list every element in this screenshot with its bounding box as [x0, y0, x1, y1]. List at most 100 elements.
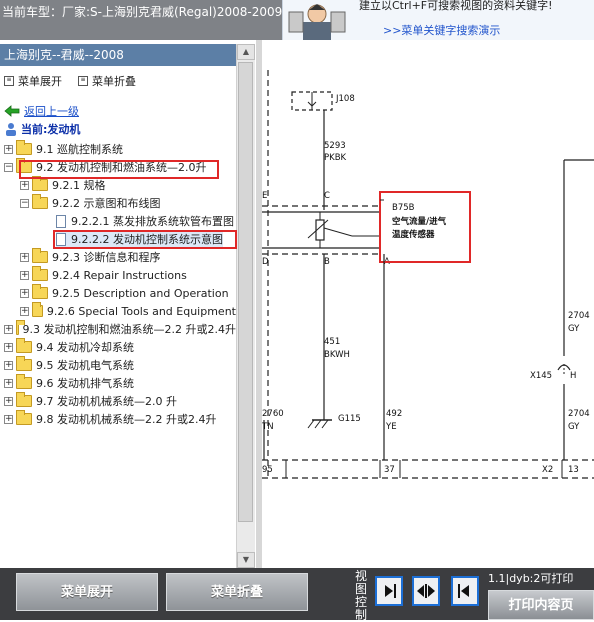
folder-icon [16, 410, 32, 425]
folder-icon [32, 266, 48, 281]
navigation-panel: 上海别克--君威--2008 ≡ 菜单展开 ≡ 菜单折叠 ▲ ▼ 返回上一级 当… [0, 40, 257, 570]
connector-x2-label: X2 [542, 465, 553, 475]
view-left-button[interactable] [451, 576, 479, 606]
tree-item-9-2-2[interactable]: − 9.2.2 示意图和布线图 [20, 194, 161, 212]
menu-expand-link[interactable]: ≡ 菜单展开 [4, 73, 62, 89]
search-demo-link[interactable]: >>菜单关键字搜索演示 [383, 22, 500, 38]
expand-toggle-icon[interactable]: + [4, 414, 13, 424]
expand-toggle-icon[interactable]: + [4, 360, 13, 370]
connector-j108-label: J108 [335, 94, 355, 104]
arrow-left-icon [458, 584, 469, 598]
wire-ye-label: YE [385, 422, 397, 432]
tree-item-9-2-4[interactable]: + 9.2.4 Repair Instructions [20, 266, 187, 284]
scroll-thumb[interactable] [238, 62, 253, 522]
folder-icon [32, 176, 48, 191]
title-bar: 当前车型：厂家:S-上海别克君威(Regal)2008-2009 建立以Ctrl… [0, 0, 594, 40]
view-right-button[interactable] [375, 576, 403, 606]
expand-toggle-icon[interactable]: + [20, 252, 29, 262]
folder-icon [16, 392, 32, 407]
expand-menu-button[interactable]: 菜单展开 [16, 573, 158, 611]
document-icon [56, 214, 66, 228]
view-both-button[interactable] [412, 576, 440, 606]
pin-h-label: H [570, 371, 576, 381]
scroll-up-icon[interactable]: ▲ [237, 44, 255, 60]
tree-item-label: 9.3 发动机控制和燃油系统—2.2 升或2.4升 [22, 323, 236, 336]
print-status: 1.1|dyb:2可打印 [488, 572, 574, 585]
tree-item-9-7[interactable]: + 9.7 发动机机械系统—2.0 升 [4, 392, 177, 410]
search-tip-text: 建立以Ctrl+F可搜索视图的资料关键字! [359, 0, 553, 12]
expand-toggle-icon[interactable]: + [4, 324, 13, 334]
tree-item-9-2-3[interactable]: + 9.2.3 诊断信息和程序 [20, 248, 161, 266]
folder-open-icon [32, 194, 48, 209]
pin-b-label: B [324, 257, 330, 267]
expand-toggle-icon[interactable]: + [20, 306, 29, 316]
tree-item-9-4[interactable]: + 9.4 发动机冷却系统 [4, 338, 134, 356]
tree-item-label: 9.7 发动机机械系统—2.0 升 [36, 395, 177, 408]
connector-x145-label: X145 [530, 371, 552, 381]
tree-item-9-1[interactable]: + 9.1 巡航控制系统 [4, 140, 123, 158]
tree-item-label: 9.2.3 诊断信息和程序 [52, 251, 161, 264]
current-location-label: 当前:发动机 [21, 123, 81, 136]
sensor-name-line1: 空气流量/进气 [392, 216, 447, 227]
back-link[interactable]: 返回上一级 [4, 102, 79, 120]
folder-icon [32, 248, 48, 263]
tree-item-9-6[interactable]: + 9.6 发动机排气系统 [4, 374, 134, 392]
tree-item-9-8[interactable]: + 9.8 发动机机械系统—2.2 升或2.4升 [4, 410, 236, 428]
tree-item-9-3[interactable]: + 9.3 发动机控制和燃油系统—2.2 升或2.4升 [4, 320, 236, 338]
wire-492-label: 492 [386, 409, 402, 419]
tree-item-label: 9.8 发动机机械系统—2.2 升或2.4升 [36, 413, 217, 426]
back-arrow-icon [4, 105, 20, 117]
tree-item-9-2-5[interactable]: + 9.2.5 Description and Operation [20, 284, 236, 302]
search-tip-banner: 建立以Ctrl+F可搜索视图的资料关键字! >>菜单关键字搜索演示 [282, 0, 594, 40]
expand-toggle-icon[interactable]: + [20, 180, 29, 190]
wire-2760-label: 2760 [262, 409, 284, 419]
view-control-label: 视图控制 [355, 569, 368, 622]
wire-tn-label: TN [262, 422, 274, 432]
scroll-down-icon[interactable]: ▼ [237, 552, 255, 568]
collapse-icon: ≡ [78, 76, 88, 86]
user-icon [6, 123, 16, 136]
tree-item-label: 9.1 巡航控制系统 [36, 143, 123, 156]
pin-13-label: 13 [568, 465, 579, 475]
collapse-menu-button[interactable]: 菜单折叠 [166, 573, 308, 611]
expand-toggle-icon[interactable]: + [20, 288, 29, 298]
arrow-right-icon [385, 584, 396, 598]
wire-gy-bottom-label: GY [568, 422, 580, 432]
tree-item-label: 9.2.6 Special Tools and Equipment [46, 304, 236, 318]
expand-toggle-icon[interactable]: + [4, 342, 13, 352]
highlight-box-9-2 [19, 160, 219, 179]
expand-toggle-icon[interactable]: + [4, 144, 13, 154]
folder-icon [16, 320, 24, 335]
tree-item-label: 9.2.2 示意图和布线图 [52, 197, 161, 210]
folder-icon [32, 302, 43, 317]
menu-collapse-link[interactable]: ≡ 菜单折叠 [78, 73, 136, 89]
collapse-toggle-icon[interactable]: − [20, 198, 29, 208]
wire-2704-bottom-label: 2704 [568, 409, 590, 419]
mascot-icon [288, 4, 346, 40]
pin-95-label: 95 [262, 465, 273, 475]
tree-item-label: 9.4 发动机冷却系统 [36, 341, 134, 354]
menu-collapse-label: 菜单折叠 [92, 75, 136, 88]
expand-toggle-icon[interactable]: + [4, 396, 13, 406]
vertical-scrollbar[interactable]: ▲ ▼ [236, 44, 255, 568]
wiring-diagram: J108 5293 PKBK C E D B A B75B 空气流量/进气 温度… [261, 40, 594, 568]
print-page-button[interactable]: 打印内容页 [488, 590, 594, 620]
tree-item-label: 9.2.2.1 蒸发排放系统软管布置图 [71, 215, 234, 228]
bottom-toolbar: 菜单展开 菜单折叠 视图控制 1.1|dyb:2可打印 打印内容页 [0, 568, 594, 622]
tree-item-9-2-2-1[interactable]: 9.2.2.1 蒸发排放系统软管布置图 [56, 212, 234, 230]
collapse-toggle-icon[interactable]: − [4, 162, 13, 172]
wire-2704-top-label: 2704 [568, 311, 590, 321]
tree-item-9-5[interactable]: + 9.5 发动机电气系统 [4, 356, 134, 374]
tree-item-9-2-6[interactable]: + 9.2.6 Special Tools and Equipment [20, 302, 236, 320]
wire-5293-label: 5293 [324, 141, 346, 151]
tree-item-label: 9.2.4 Repair Instructions [52, 268, 187, 282]
wire-451-label: 451 [324, 337, 340, 347]
wire-gy-top-label: GY [568, 324, 580, 334]
sensor-name-line2: 温度传感器 [392, 229, 435, 240]
tree-item-label: 9.5 发动机电气系统 [36, 359, 134, 372]
expand-toggle-icon[interactable]: + [4, 378, 13, 388]
expand-toggle-icon[interactable]: + [20, 270, 29, 280]
current-location: 当前:发动机 [4, 120, 80, 138]
tree-item-label: 9.2.1 规格 [52, 179, 106, 192]
pin-c-label: C [324, 191, 330, 201]
